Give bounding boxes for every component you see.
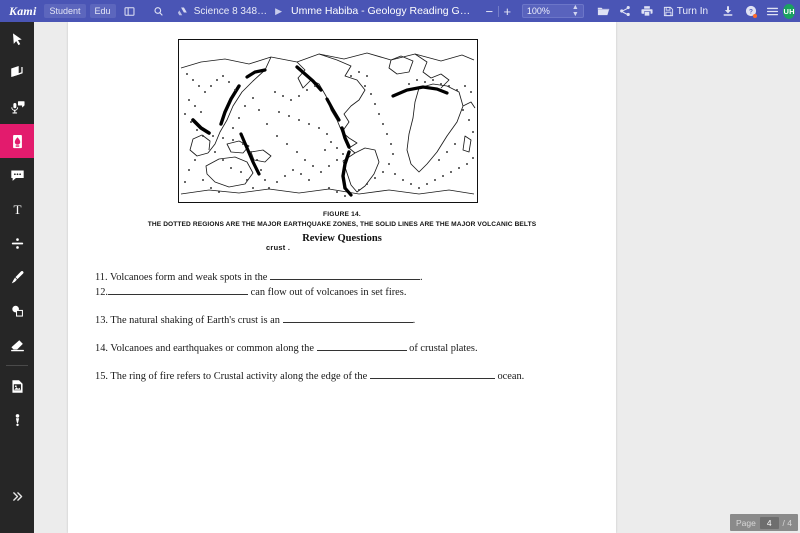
question-12-suffix: can flow out of volcanoes in set fires. <box>250 287 407 298</box>
panel-toggle-icon[interactable] <box>122 0 138 22</box>
question-11-text: Volcanoes form and weak spots in the <box>110 272 268 283</box>
top-toolbar: Kami Student Edu Science 8 348… ▶ Umme H… <box>0 0 800 22</box>
question-14-blank[interactable] <box>316 340 407 351</box>
google-drive-icon[interactable] <box>175 0 191 22</box>
page-indicator: Page 4 / 4 <box>729 514 798 531</box>
question-13-suffix: . <box>412 315 416 326</box>
shapes-tool[interactable] <box>0 294 34 328</box>
share-icon[interactable] <box>618 0 634 22</box>
question-13-number: 13. <box>95 315 108 326</box>
download-icon[interactable] <box>720 0 736 22</box>
folder-icon[interactable] <box>596 0 612 22</box>
question-13-blank[interactable] <box>282 312 413 323</box>
user-avatar[interactable]: UH <box>783 3 796 19</box>
select-cursor-tool[interactable] <box>0 22 34 56</box>
question-15: 15. The ring of fire refers to Crustal a… <box>95 368 524 382</box>
drawing-tool[interactable] <box>0 260 34 294</box>
question-12-number: 12. <box>95 287 108 298</box>
svg-text:T: T <box>13 202 21 217</box>
page-number-input[interactable]: 4 <box>759 516 779 529</box>
help-notification-dot <box>752 14 757 18</box>
figure-number: FIGURE 14. <box>323 211 361 218</box>
page-total-label: / 4 <box>782 517 792 528</box>
svg-text:?: ? <box>749 8 753 15</box>
hamburger-menu-icon[interactable] <box>765 0 781 22</box>
course-name[interactable]: Science 8 348… <box>191 6 270 17</box>
text-box-tool[interactable]: T <box>0 192 34 226</box>
chip-edu: Edu <box>89 4 116 18</box>
turn-in-button[interactable]: Turn In <box>677 6 711 17</box>
question-15-blank[interactable] <box>369 368 495 379</box>
equation-tool[interactable] <box>0 226 34 260</box>
zoom-level-select[interactable]: 100% ▲ ▼ <box>521 4 584 18</box>
annotation-text-crust[interactable]: crust . <box>266 243 290 252</box>
tool-sidebar: T <box>0 22 34 533</box>
save-icon[interactable] <box>661 0 677 22</box>
expand-sidebar-button[interactable] <box>0 481 34 511</box>
zoom-in-button[interactable]: + <box>499 0 516 22</box>
question-13-text: The natural shaking of Earth's crust is … <box>110 315 280 326</box>
question-13: 13. The natural shaking of Earth's crust… <box>95 312 415 326</box>
question-11-blank[interactable] <box>270 269 421 280</box>
review-questions-heading: Review Questions <box>302 233 382 244</box>
document-page[interactable]: FIGURE 14. THE DOTTED REGIONS ARE THE MA… <box>68 22 616 533</box>
question-14: 14. Volcanoes and earthquakes or common … <box>95 340 478 354</box>
zoom-level-value: 100% <box>526 6 550 16</box>
help-icon[interactable]: ? <box>743 0 759 22</box>
chip-student: Student <box>44 4 86 18</box>
question-12-blank[interactable] <box>108 284 248 295</box>
question-15-suffix: ocean. <box>497 371 525 382</box>
insert-image-tool[interactable] <box>0 369 34 403</box>
kami-document-viewer: Kami Student Edu Science 8 348… ▶ Umme H… <box>0 0 800 533</box>
question-11-suffix: . <box>420 272 423 283</box>
question-12: 12. can flow out of volcanoes in set fir… <box>95 284 406 298</box>
highlight-tool[interactable] <box>0 124 34 158</box>
question-14-suffix: of crustal plates. <box>409 343 478 354</box>
document-title: Umme Habiba - Geology Reading Guide 1.do… <box>291 5 477 17</box>
page-indicator-label: Page <box>735 517 756 528</box>
search-icon[interactable] <box>150 0 166 22</box>
question-14-number: 14. <box>95 343 108 354</box>
question-15-number: 15. <box>95 371 108 382</box>
reading-mode-tool[interactable] <box>0 56 34 90</box>
question-11: 11. Volcanoes form and weak spots in the… <box>95 269 423 283</box>
print-icon[interactable] <box>639 0 655 22</box>
zoom-out-button[interactable]: − <box>481 0 498 22</box>
question-15-text: The ring of fire refers to Crustal activ… <box>110 371 368 382</box>
zoom-controls: − + 100% ▲ ▼ <box>481 0 584 22</box>
signature-tool[interactable] <box>0 403 34 437</box>
document-workspace[interactable]: FIGURE 14. THE DOTTED REGIONS ARE THE MA… <box>34 22 800 533</box>
text-comment-tool[interactable] <box>0 158 34 192</box>
chevron-updown-icon: ▲ ▼ <box>571 4 579 18</box>
eraser-tool[interactable] <box>0 328 34 362</box>
world-map-figure <box>178 39 478 203</box>
question-11-number: 11. <box>95 272 108 283</box>
breadcrumb-separator-icon: ▶ <box>275 5 283 16</box>
figure-subcaption: THE DOTTED REGIONS ARE THE MAJOR EARTHQU… <box>147 221 537 228</box>
kami-logo[interactable]: Kami <box>0 4 44 19</box>
voice-comment-tool[interactable] <box>0 90 34 124</box>
rail-divider <box>6 365 28 366</box>
question-14-text: Volcanoes and earthquakes or common alon… <box>110 343 314 354</box>
